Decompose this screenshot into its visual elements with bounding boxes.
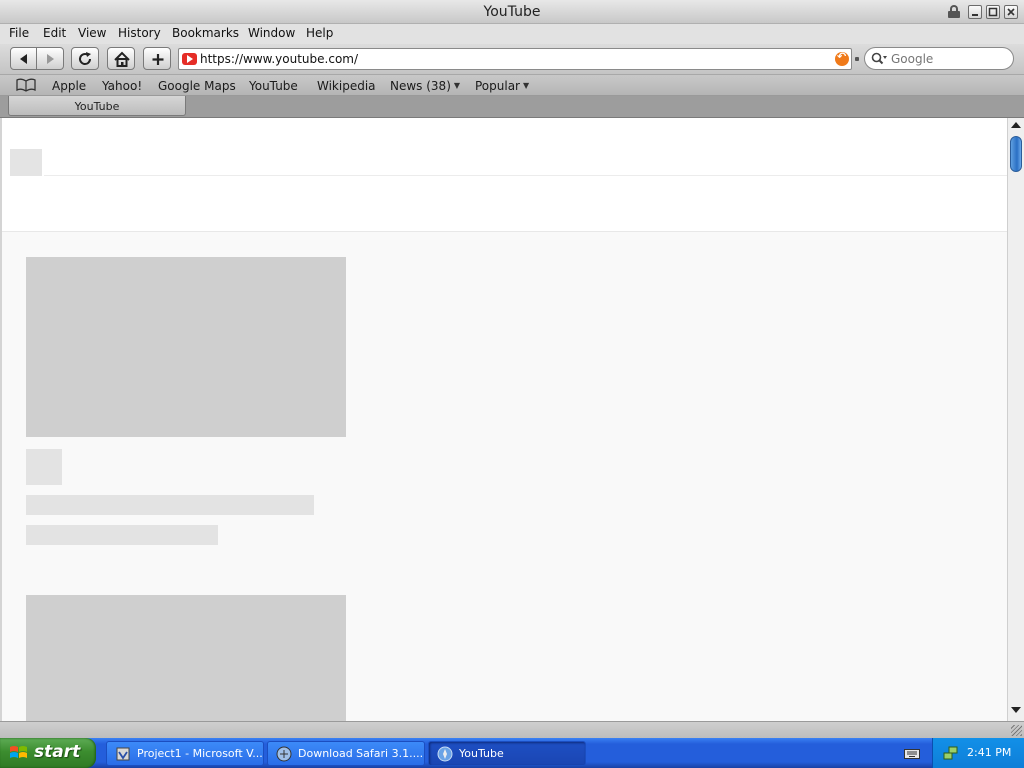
address-resize-handle[interactable] bbox=[855, 57, 859, 61]
keyboard-icon[interactable] bbox=[904, 747, 920, 759]
lock-icon bbox=[948, 5, 960, 18]
bookmark-news-label: News (38) bbox=[390, 79, 451, 93]
reload-button[interactable] bbox=[71, 47, 99, 70]
taskbar: start Project1 - Microsoft V... Download… bbox=[0, 738, 1024, 768]
channel-avatar-placeholder bbox=[26, 449, 62, 485]
vertical-scrollbar[interactable] bbox=[1007, 118, 1024, 721]
forward-button[interactable] bbox=[37, 47, 64, 70]
tab-bar: YouTube bbox=[0, 96, 1024, 118]
system-tray: 2:41 PM bbox=[932, 738, 1024, 768]
taskbar-item-youtube[interactable]: YouTube bbox=[428, 741, 586, 766]
back-arrow-icon bbox=[20, 54, 27, 64]
youtube-favicon-icon bbox=[182, 53, 197, 65]
home-icon bbox=[114, 51, 130, 67]
tab-youtube[interactable]: YouTube bbox=[8, 96, 186, 116]
video-thumbnail-placeholder[interactable] bbox=[26, 257, 346, 437]
menu-help[interactable]: Help bbox=[306, 26, 333, 40]
safari-window: YouTube File Edit View History Bookmarks… bbox=[0, 0, 1024, 738]
snapback-icon[interactable] bbox=[835, 50, 849, 66]
web-content bbox=[2, 118, 1007, 721]
address-bar[interactable] bbox=[178, 48, 852, 70]
bookmark-apple[interactable]: Apple bbox=[52, 79, 86, 93]
bookmark-news-menu[interactable]: News (38) ▼ bbox=[390, 79, 460, 93]
bookmark-google-maps[interactable]: Google Maps bbox=[158, 79, 236, 93]
page-masthead bbox=[2, 118, 1007, 232]
minimize-icon bbox=[972, 14, 978, 16]
close-button[interactable] bbox=[1004, 5, 1018, 19]
scroll-up-arrow-icon[interactable] bbox=[1011, 122, 1021, 128]
menu-view[interactable]: View bbox=[78, 26, 106, 40]
bookmarks-bar: Apple Yahoo! Google Maps YouTube Wikiped… bbox=[0, 74, 1024, 96]
menu-bar: File Edit View History Bookmarks Window … bbox=[0, 24, 1024, 44]
status-bar bbox=[0, 721, 1024, 738]
toolbar bbox=[0, 44, 1024, 74]
bookmark-popular-label: Popular bbox=[475, 79, 520, 93]
scroll-thumb[interactable] bbox=[1010, 136, 1022, 172]
bookmark-popular-menu[interactable]: Popular ▼ bbox=[475, 79, 529, 93]
home-button[interactable] bbox=[107, 47, 135, 70]
bookmark-yahoo[interactable]: Yahoo! bbox=[102, 79, 142, 93]
add-bookmark-button[interactable] bbox=[143, 47, 171, 70]
menu-edit[interactable]: Edit bbox=[43, 26, 66, 40]
header-divider bbox=[44, 175, 1007, 176]
clock[interactable]: 2:41 PM bbox=[967, 746, 1011, 759]
minimize-button[interactable] bbox=[968, 5, 982, 19]
safari-icon bbox=[437, 746, 453, 762]
forward-arrow-icon bbox=[47, 54, 54, 64]
bookmark-youtube[interactable]: YouTube bbox=[249, 79, 298, 93]
plus-icon bbox=[152, 54, 164, 65]
menu-file[interactable]: File bbox=[9, 26, 29, 40]
windows-logo-icon bbox=[10, 746, 27, 758]
window-resize-grip[interactable] bbox=[1011, 725, 1022, 736]
search-box[interactable] bbox=[864, 47, 1014, 70]
menu-bookmarks[interactable]: Bookmarks bbox=[172, 26, 239, 40]
window-title: YouTube bbox=[483, 4, 541, 20]
network-icon[interactable] bbox=[943, 745, 959, 761]
visual-basic-icon bbox=[116, 747, 130, 761]
start-label: start bbox=[34, 742, 81, 762]
dropdown-arrow-icon: ▼ bbox=[523, 81, 530, 90]
taskbar-item-label: Download Safari 3.1.... bbox=[298, 747, 424, 760]
taskbar-item-label: YouTube bbox=[459, 747, 504, 760]
back-button[interactable] bbox=[10, 47, 37, 70]
bookmarks-book-icon[interactable] bbox=[16, 78, 36, 92]
start-button[interactable]: start bbox=[0, 738, 96, 768]
close-icon bbox=[1007, 8, 1015, 16]
title-bar: YouTube bbox=[0, 0, 1024, 24]
bookmark-wikipedia[interactable]: Wikipedia bbox=[317, 79, 376, 93]
maximize-icon bbox=[988, 7, 998, 17]
safari-download-icon bbox=[276, 746, 292, 762]
search-icon[interactable] bbox=[871, 52, 887, 66]
menu-window[interactable]: Window bbox=[248, 26, 295, 40]
video-thumbnail-placeholder[interactable] bbox=[26, 595, 346, 721]
menu-history[interactable]: History bbox=[118, 26, 161, 40]
search-input[interactable] bbox=[891, 51, 1006, 67]
video-title-placeholder bbox=[26, 495, 314, 515]
taskbar-item-download-safari[interactable]: Download Safari 3.1.... bbox=[267, 741, 425, 766]
url-input[interactable] bbox=[200, 51, 820, 67]
taskbar-item-project1[interactable]: Project1 - Microsoft V... bbox=[106, 741, 264, 766]
maximize-button[interactable] bbox=[986, 5, 1000, 19]
taskbar-item-label: Project1 - Microsoft V... bbox=[137, 747, 263, 760]
dropdown-arrow-icon: ▼ bbox=[453, 81, 461, 90]
logo-placeholder bbox=[10, 149, 42, 176]
reload-icon bbox=[79, 52, 92, 65]
scroll-down-arrow-icon[interactable] bbox=[1011, 707, 1021, 713]
video-meta-placeholder bbox=[26, 525, 218, 545]
